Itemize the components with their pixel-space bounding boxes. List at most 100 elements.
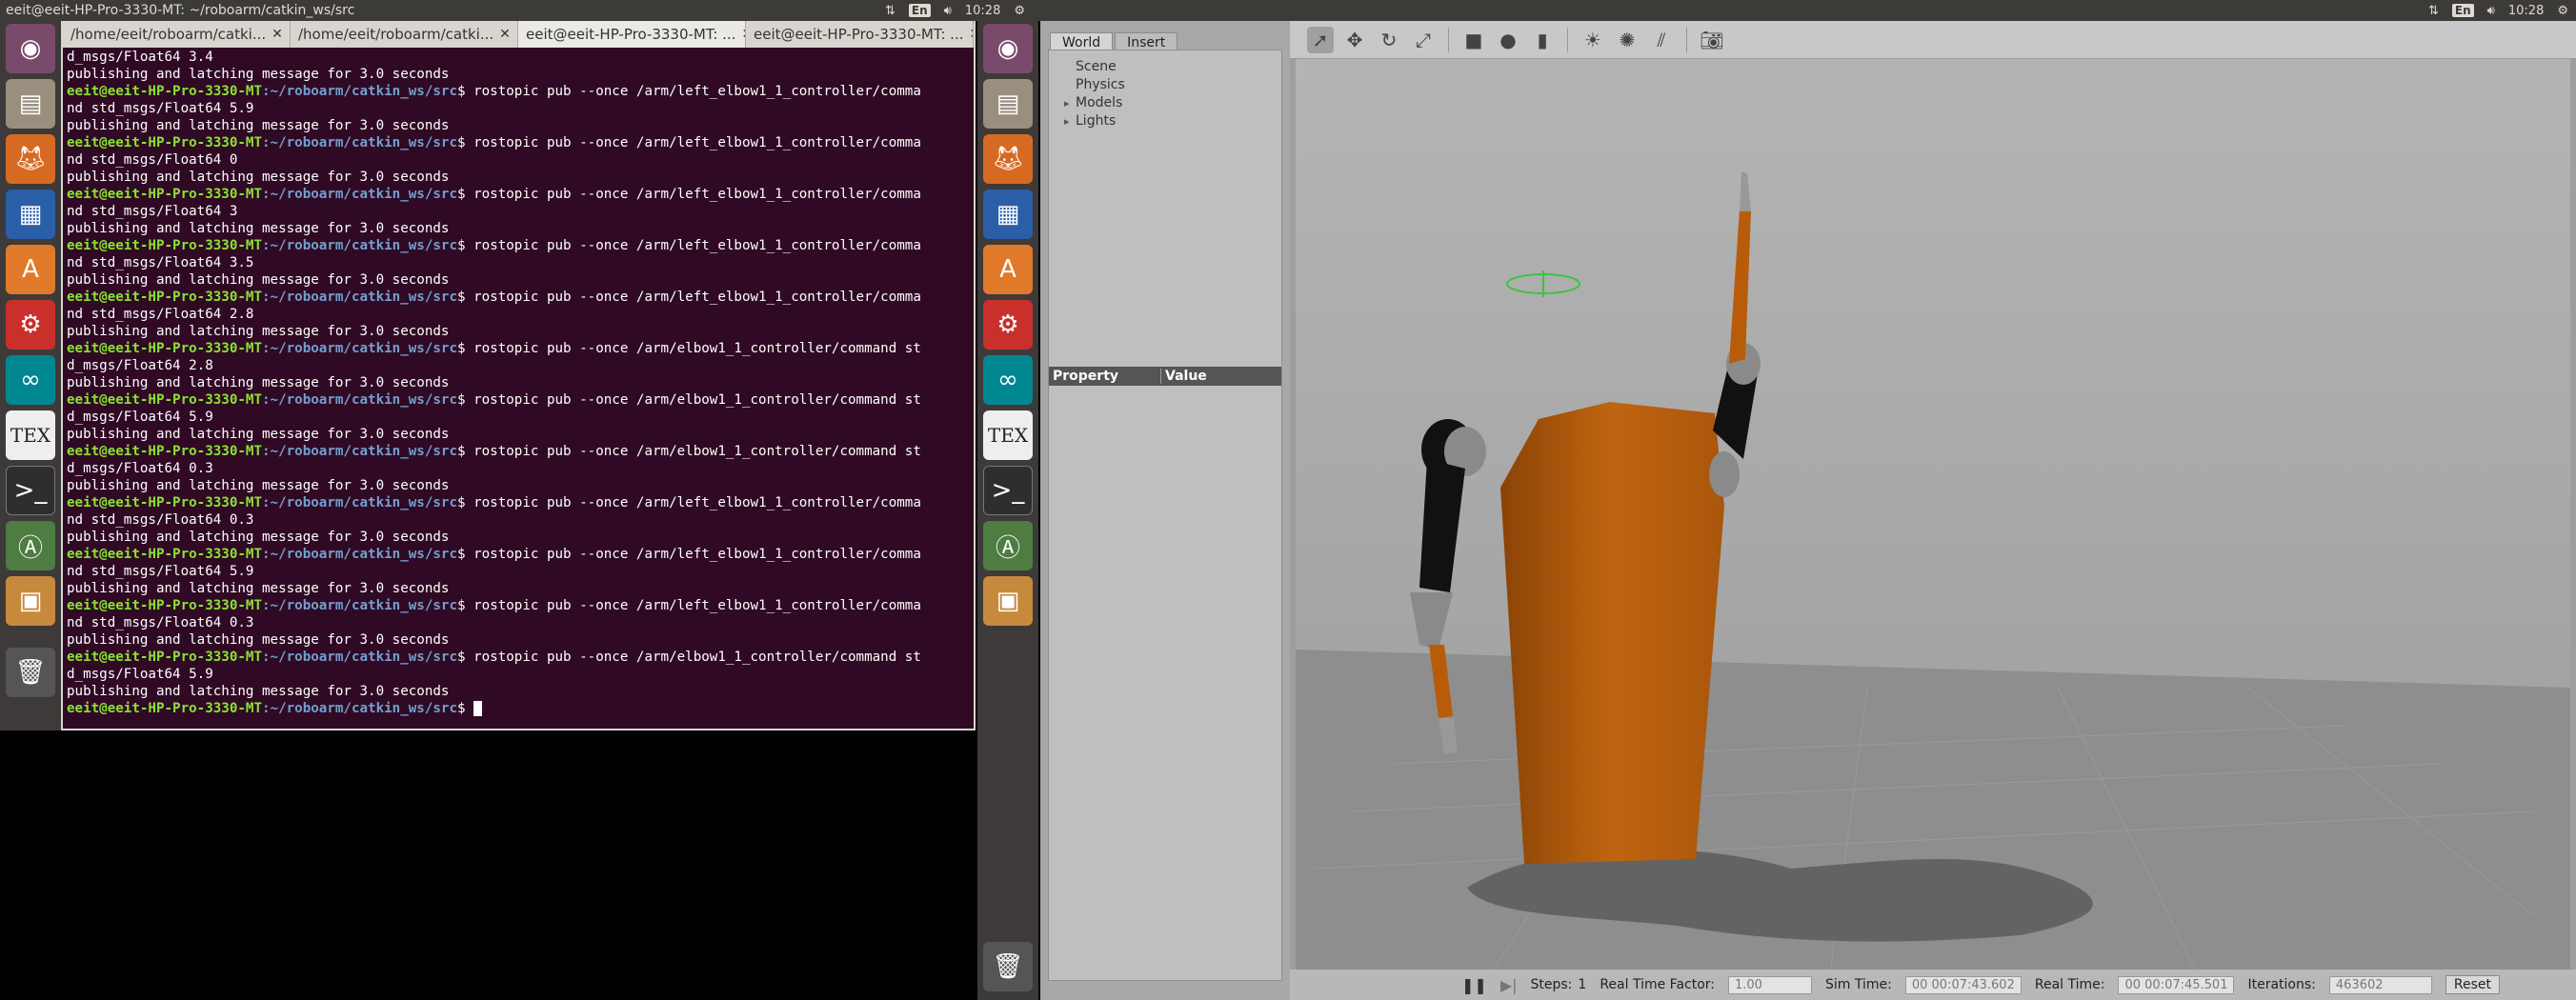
directional-light-icon[interactable]: ⫽: [1648, 27, 1675, 53]
writer-icon[interactable]: ▦: [6, 190, 55, 239]
terminal-output[interactable]: d_msgs/Float64 3.4 publishing and latchin…: [63, 48, 974, 729]
gazebo-panel-tabs: World Insert: [1040, 21, 1290, 50]
terminal-icon[interactable]: >_: [983, 466, 1033, 515]
rotate-mode-icon[interactable]: ↻: [1376, 27, 1402, 53]
steps-label: Steps:: [1530, 977, 1573, 992]
terminal-line: nd std_msgs/Float64 2.8: [67, 307, 254, 322]
terminal-line: publishing and latching message for 3.0 …: [67, 581, 450, 596]
software-center-icon[interactable]: A: [6, 245, 55, 294]
rtf-label: Real Time Factor:: [1600, 977, 1715, 992]
close-icon[interactable]: ✕: [499, 27, 511, 42]
terminal-line: publishing and latching message for 3.0 …: [67, 478, 450, 493]
terminal-tab-4[interactable]: eeit@eeit-HP-Pro-3330-MT: ...✕: [746, 21, 974, 48]
sim-time-field: 00 00:07:43.602: [1904, 975, 2022, 994]
volume-icon[interactable]: 🔊︎: [2487, 4, 2495, 18]
files-icon[interactable]: ▤: [983, 79, 1033, 129]
terminal-line: d_msgs/Float64 2.8: [67, 358, 213, 373]
files-icon[interactable]: ▤: [6, 79, 55, 129]
system-tray-right: ⇅ En 🔊︎ 10:28 ⚙: [2428, 4, 2576, 18]
texmaker-icon[interactable]: TEX: [983, 410, 1033, 460]
real-time-label: Real Time:: [2034, 977, 2105, 992]
3d-viewport[interactable]: [1296, 59, 2570, 981]
settings-gear-icon[interactable]: ⚙: [2557, 4, 2568, 18]
clock[interactable]: 10:28: [2508, 4, 2544, 18]
terminal-line: nd std_msgs/Float64 5.9: [67, 101, 254, 116]
terminal-line: eeit@eeit-HP-Pro-3330-MT:~/roboarm/catki…: [67, 135, 921, 150]
terminal-line: publishing and latching message for 3.0 …: [67, 684, 450, 699]
keyboard-lang-indicator[interactable]: En: [2451, 4, 2474, 17]
close-icon[interactable]: ✕: [272, 27, 283, 42]
terminal-line: publishing and latching message for 3.0 …: [67, 67, 450, 82]
terminal-line: d_msgs/Float64 5.9: [67, 667, 213, 682]
trash-icon[interactable]: 🗑︎: [983, 942, 1033, 991]
terminal-tab-3[interactable]: eeit@eeit-HP-Pro-3330-MT: ...✕: [518, 21, 746, 48]
iterations-label: Iterations:: [2247, 977, 2316, 992]
firefox-icon[interactable]: 🦊︎: [983, 134, 1033, 184]
clock[interactable]: 10:28: [965, 4, 1000, 18]
keyboard-lang-indicator[interactable]: En: [908, 4, 931, 17]
tree-item-physics[interactable]: Physics: [1055, 76, 1281, 94]
point-light-icon[interactable]: ☀: [1580, 27, 1606, 53]
scale-mode-icon[interactable]: ⤢: [1410, 27, 1437, 53]
gazebo-scene-area: ➚ ✥ ↻ ⤢ ■ ● ▮ ☀ ✺ ⫽ 📷︎ ❚❚ ▶| Steps: 1 Re…: [1290, 21, 2576, 1000]
arduino-icon[interactable]: ∞: [6, 355, 55, 405]
select-mode-icon[interactable]: ➚: [1307, 26, 1334, 53]
firefox-icon[interactable]: 🦊︎: [6, 134, 55, 184]
terminal-tab-2[interactable]: /home/eeit/roboarm/catki... ✕: [291, 21, 518, 48]
dash-home-icon[interactable]: ◉: [6, 24, 55, 73]
spot-light-icon[interactable]: ✺: [1614, 27, 1640, 53]
terminal-line: eeit@eeit-HP-Pro-3330-MT:~/roboarm/catki…: [67, 700, 970, 717]
software-updater-icon[interactable]: Ⓐ: [6, 521, 55, 570]
window-title: eeit@eeit-HP-Pro-3330-MT: ~/roboarm/catk…: [6, 3, 355, 18]
terminal-line: eeit@eeit-HP-Pro-3330-MT:~/roboarm/catki…: [67, 598, 921, 613]
step-icon[interactable]: ▶|: [1500, 976, 1518, 994]
tree-item-lights[interactable]: Lights: [1055, 112, 1281, 130]
tab-world[interactable]: World: [1050, 32, 1114, 50]
terminal-line: eeit@eeit-HP-Pro-3330-MT:~/roboarm/catki…: [67, 392, 921, 408]
rtf-field: 1.00: [1728, 975, 1812, 994]
settings-gear-icon[interactable]: ⚙: [1014, 4, 1025, 18]
network-icon[interactable]: ⇅: [885, 4, 896, 18]
arduino-icon[interactable]: ∞: [983, 355, 1033, 405]
property-column-header: Property: [1049, 369, 1161, 384]
sphere-shape-icon[interactable]: ●: [1495, 27, 1521, 53]
volume-icon[interactable]: 🔊︎: [944, 4, 952, 18]
terminal-icon[interactable]: >_: [6, 466, 55, 515]
cylinder-shape-icon[interactable]: ▮: [1529, 27, 1556, 53]
software-center-icon[interactable]: A: [983, 245, 1033, 294]
package-icon[interactable]: ▣: [983, 576, 1033, 626]
system-settings-icon[interactable]: ⚙: [983, 300, 1033, 350]
reset-button[interactable]: Reset: [2445, 975, 2500, 994]
terminal-tab-1[interactable]: /home/eeit/roboarm/catki... ✕: [63, 21, 291, 48]
translate-mode-icon[interactable]: ✥: [1341, 27, 1368, 53]
world-tree-panel: Scene Physics Models Lights Property Val…: [1048, 50, 1282, 981]
package-icon[interactable]: ▣: [6, 576, 55, 626]
tree-item-models[interactable]: Models: [1055, 94, 1281, 112]
box-shape-icon[interactable]: ■: [1460, 27, 1487, 53]
terminal-line: publishing and latching message for 3.0 …: [67, 530, 450, 545]
launcher-right: ◉ ▤ 🦊︎ ▦ A ⚙ ∞ TEX >_ Ⓐ ▣ 🗑︎: [977, 21, 1038, 1000]
gazebo-left-panel: World Insert Scene Physics Models Lights…: [1040, 21, 1290, 1000]
terminal-line: eeit@eeit-HP-Pro-3330-MT:~/roboarm/catki…: [67, 84, 921, 99]
tree-item-scene[interactable]: Scene: [1055, 58, 1281, 76]
terminal-cursor: [473, 701, 483, 716]
dash-home-icon[interactable]: ◉: [983, 24, 1033, 73]
terminal-line: publishing and latching message for 3.0 …: [67, 324, 450, 339]
trash-icon[interactable]: 🗑︎: [6, 648, 55, 697]
software-updater-icon[interactable]: Ⓐ: [983, 521, 1033, 570]
close-icon[interactable]: ✕: [970, 27, 974, 42]
system-settings-icon[interactable]: ⚙: [6, 300, 55, 350]
screenshot-camera-icon[interactable]: 📷︎: [1699, 27, 1725, 53]
network-icon[interactable]: ⇅: [2428, 4, 2439, 18]
terminal-line: nd std_msgs/Float64 3: [67, 204, 238, 219]
property-table: Property Value: [1049, 367, 1281, 386]
steps-value[interactable]: 1: [1578, 977, 1586, 992]
pause-icon[interactable]: ❚❚: [1461, 976, 1487, 994]
texmaker-icon[interactable]: TEX: [6, 410, 55, 460]
writer-icon[interactable]: ▦: [983, 190, 1033, 239]
terminal-line: eeit@eeit-HP-Pro-3330-MT:~/roboarm/catki…: [67, 341, 921, 356]
terminal-line: publishing and latching message for 3.0 …: [67, 427, 450, 442]
terminal-line: publishing and latching message for 3.0 …: [67, 118, 450, 133]
tab-insert[interactable]: Insert: [1115, 32, 1178, 50]
gazebo-statusbar: ❚❚ ▶| Steps: 1 Real Time Factor: 1.00 Si…: [1290, 970, 2576, 1000]
